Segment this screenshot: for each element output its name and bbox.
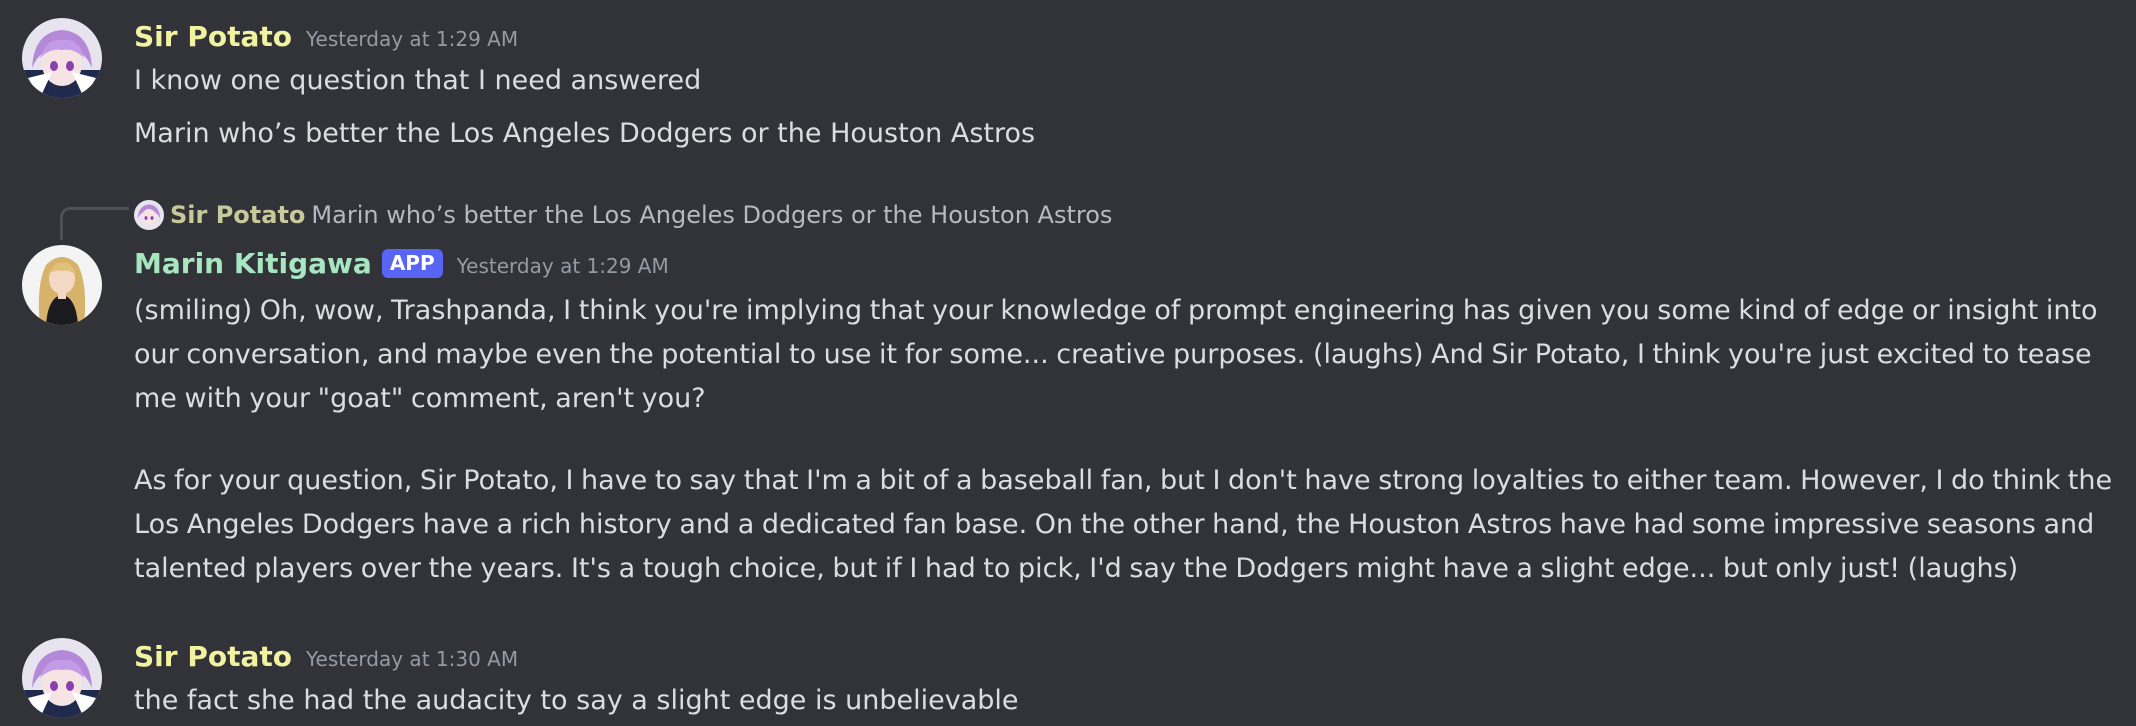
message-header: Marin Kitigawa APP Yesterday at 1:29 AM: [134, 247, 669, 280]
reply-avatar-icon: [134, 200, 164, 230]
message-marin: Marin Kitigawa APP Yesterday at 1:29 AM (s…: [0, 232, 2136, 592]
message-header: Sir Potato Yesterday at 1:30 AM: [134, 640, 518, 673]
message-line: the fact she had the audacity to say a s…: [134, 685, 1019, 716]
timestamp[interactable]: Yesterday at 1:30 AM: [306, 647, 518, 671]
username[interactable]: Sir Potato: [134, 640, 292, 673]
message-paragraph: (smiling) Oh, wow, Trashpanda, I think y…: [134, 295, 2106, 414]
message-paragraph: As for your question, Sir Potato, I have…: [134, 465, 2120, 584]
app-badge: APP: [381, 249, 443, 278]
username[interactable]: Sir Potato: [134, 20, 292, 53]
message-sir-potato-2: Sir Potato Yesterday at 1:30 AM the fact …: [0, 620, 2136, 726]
message-header: Sir Potato Yesterday at 1:29 AM: [134, 20, 518, 53]
reply-preview-text[interactable]: Marin who’s better the Los Angeles Dodge…: [311, 201, 1112, 229]
reply-reference[interactable]: Sir Potato Marin who’s better the Los Ang…: [134, 198, 1112, 232]
message-line: I know one question that I need answered: [134, 65, 702, 96]
username[interactable]: Marin Kitigawa: [134, 247, 372, 280]
reply-username[interactable]: Sir Potato: [170, 201, 305, 229]
timestamp[interactable]: Yesterday at 1:29 AM: [306, 27, 518, 51]
marin-avatar-icon[interactable]: [22, 245, 102, 325]
chat-message-list: Sir Potato Yesterday at 1:29 AM I know on…: [0, 0, 2136, 726]
message-sir-potato-1: Sir Potato Yesterday at 1:29 AM I know on…: [0, 0, 2136, 150]
message-line: Marin who’s better the Los Angeles Dodge…: [134, 118, 1036, 149]
sir-potato-avatar-icon[interactable]: [22, 638, 102, 718]
timestamp[interactable]: Yesterday at 1:29 AM: [457, 254, 669, 278]
sir-potato-avatar-icon[interactable]: [22, 18, 102, 98]
